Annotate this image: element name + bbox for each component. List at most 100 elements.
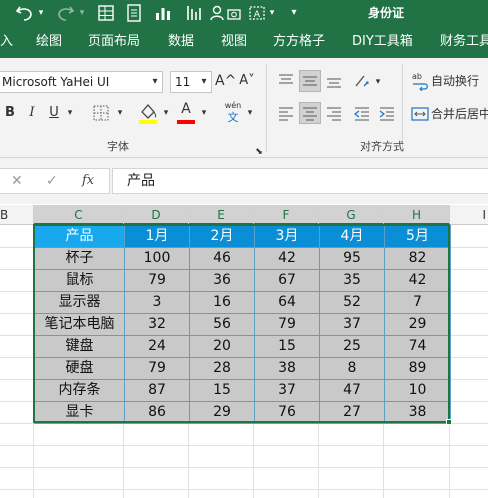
camera-icon[interactable]	[226, 3, 242, 23]
merge-center-button[interactable]: 合并后居中	[431, 105, 488, 123]
table-cell[interactable]: 79	[124, 357, 190, 380]
tab-finance-tools[interactable]: 财务工具	[440, 26, 488, 58]
cancel-icon[interactable]: ✕	[11, 172, 23, 190]
enter-icon[interactable]: ✓	[46, 172, 58, 190]
table-cell[interactable]: 杯子	[34, 247, 125, 270]
table-cell[interactable]: 20	[189, 335, 255, 358]
italic-button[interactable]: I	[24, 103, 40, 123]
border-icon[interactable]	[90, 102, 112, 131]
table-cell[interactable]: 7	[384, 291, 451, 314]
table-cell[interactable]: 46	[189, 247, 255, 270]
align-middle-icon[interactable]	[299, 70, 321, 92]
align-left-icon[interactable]	[276, 102, 296, 124]
table-cell[interactable]: 笔记本电脑	[34, 313, 125, 336]
undo-icon[interactable]	[14, 3, 36, 23]
customize-icon[interactable]: ▾	[288, 3, 300, 23]
tab-view[interactable]: 视图	[221, 26, 247, 58]
form-icon[interactable]	[124, 3, 144, 23]
grow-font-button[interactable]: A^	[215, 71, 236, 91]
table-cell[interactable]: 64	[254, 291, 320, 314]
table-cell[interactable]: 52	[319, 291, 385, 314]
font-name-select[interactable]: Microsoft YaHei UI	[0, 71, 163, 93]
table-cell[interactable]: 鼠标	[34, 269, 125, 292]
table-cell[interactable]: 28	[189, 357, 255, 380]
chart-icon[interactable]	[153, 3, 173, 23]
table-cell[interactable]: 29	[384, 313, 451, 336]
orientation-icon[interactable]	[352, 70, 372, 92]
shrink-font-button[interactable]: A˅	[237, 71, 257, 91]
column-header-d[interactable]: D	[124, 205, 189, 225]
column-header-g[interactable]: G	[319, 205, 384, 225]
bar-chart-icon[interactable]	[184, 3, 204, 23]
table-cell[interactable]: 硬盘	[34, 357, 125, 380]
align-right-icon[interactable]	[324, 102, 344, 124]
table-cell[interactable]: 29	[189, 401, 255, 424]
wrap-text-icon[interactable]: ab	[411, 71, 429, 92]
table-cell[interactable]: 67	[254, 269, 320, 292]
table-cell[interactable]: 16	[189, 291, 255, 314]
align-center-icon[interactable]	[299, 102, 321, 124]
tab-page-layout[interactable]: 页面布局	[88, 26, 140, 58]
table-cell[interactable]: 27	[319, 401, 385, 424]
table-cell[interactable]: 37	[319, 313, 385, 336]
column-header-b[interactable]: B	[0, 205, 34, 225]
orientation-chevron-icon[interactable]: ▾	[372, 72, 384, 92]
increase-indent-icon[interactable]	[377, 102, 397, 124]
wrap-text-button[interactable]: 自动换行	[431, 72, 479, 90]
underline-chevron-icon[interactable]: ▾	[64, 103, 76, 123]
align-bottom-icon[interactable]	[324, 70, 344, 92]
table-cell[interactable]: 79	[124, 269, 190, 292]
table-cell[interactable]: 3	[124, 291, 190, 314]
tab-insert[interactable]: 入	[0, 26, 13, 58]
table-cell[interactable]: 8	[319, 357, 385, 380]
table-cell[interactable]: 87	[124, 379, 190, 402]
table-cell[interactable]: 15	[254, 335, 320, 358]
header-cell[interactable]: 产品	[34, 225, 125, 248]
table-cell[interactable]: 键盘	[34, 335, 125, 358]
tab-data[interactable]: 数据	[168, 26, 194, 58]
font-size-chevron-icon[interactable]: ▾	[198, 72, 210, 92]
redo-icon[interactable]	[54, 3, 76, 23]
fill-color-icon[interactable]	[136, 100, 160, 133]
formula-input[interactable]: 产品	[112, 168, 488, 194]
phonetic-chevron-icon[interactable]: ▾	[244, 103, 256, 123]
font-color-button[interactable]: A	[176, 100, 196, 124]
column-header-f[interactable]: F	[254, 205, 319, 225]
table-cell[interactable]: 24	[124, 335, 190, 358]
table-cell[interactable]: 25	[319, 335, 385, 358]
table-cell[interactable]: 89	[384, 357, 451, 380]
table-cell[interactable]: 38	[254, 357, 320, 380]
table-cell[interactable]: 36	[189, 269, 255, 292]
tab-draw[interactable]: 绘图	[36, 26, 62, 58]
decrease-indent-icon[interactable]	[352, 102, 372, 124]
table-cell[interactable]: 38	[384, 401, 451, 424]
table-cell[interactable]: 15	[189, 379, 255, 402]
table-cell[interactable]: 内存条	[34, 379, 125, 402]
insert-function-icon[interactable]: fx	[82, 172, 94, 190]
header-cell[interactable]: 4月	[319, 225, 385, 248]
column-header-c[interactable]: C	[34, 205, 124, 225]
table-cell[interactable]: 37	[254, 379, 320, 402]
header-cell[interactable]: 1月	[124, 225, 190, 248]
phonetic-button[interactable]: wén 文	[222, 100, 244, 124]
table-cell[interactable]: 86	[124, 401, 190, 424]
font-color-chevron-icon[interactable]: ▾	[198, 103, 210, 123]
fill-handle[interactable]	[446, 419, 452, 425]
table-cell[interactable]: 42	[254, 247, 320, 270]
table-cell[interactable]: 10	[384, 379, 451, 402]
header-cell[interactable]: 3月	[254, 225, 320, 248]
merge-center-icon[interactable]	[411, 104, 429, 124]
person-icon[interactable]	[208, 3, 228, 23]
table-cell[interactable]: 35	[319, 269, 385, 292]
undo-dropdown-icon[interactable]: ▾	[36, 3, 46, 23]
table-icon[interactable]	[96, 3, 116, 23]
border-chevron-icon[interactable]: ▾	[114, 103, 126, 123]
table-cell[interactable]: 显示器	[34, 291, 125, 314]
tab-fangfang[interactable]: 方方格子	[273, 26, 325, 58]
redo-dropdown-icon[interactable]: ▾	[77, 3, 87, 23]
table-cell[interactable]: 74	[384, 335, 451, 358]
table-cell[interactable]: 95	[319, 247, 385, 270]
fill-color-chevron-icon[interactable]: ▾	[160, 103, 172, 123]
bold-button[interactable]: B	[2, 103, 18, 123]
column-header-i[interactable]: I	[450, 205, 488, 225]
